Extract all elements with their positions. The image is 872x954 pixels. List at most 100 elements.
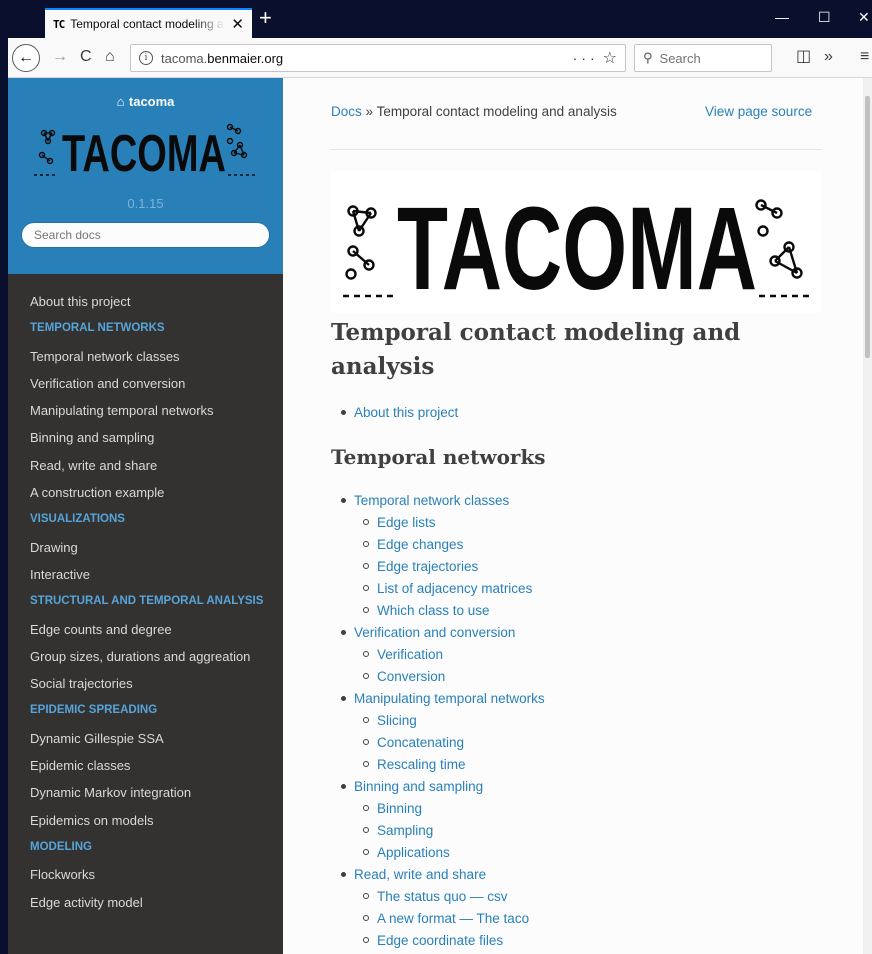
reload-icon[interactable]: C	[80, 47, 92, 67]
sidebar-item[interactable]: Edge counts and degree	[8, 616, 283, 643]
toc-link[interactable]: Edge trajectories	[377, 559, 478, 574]
sidebar-item[interactable]: Flockworks	[8, 861, 283, 888]
toc-link[interactable]: Edge lists	[377, 515, 436, 530]
sidebar-item[interactable]: Epidemics on models	[8, 807, 283, 834]
bullet-icon	[363, 519, 369, 526]
toc-link[interactable]: Concatenating	[377, 735, 464, 750]
toc-item[interactable]: Edge trajectories	[363, 556, 478, 578]
toc-item[interactable]: Slicing	[363, 710, 417, 732]
search-bar[interactable]: ⚲ Search	[634, 44, 772, 72]
sidebar-item[interactable]: A construction example	[8, 479, 283, 506]
toc-link[interactable]: Conversion	[377, 669, 445, 684]
sidebar-item[interactable]: Interactive	[8, 561, 283, 588]
search-icon: ⚲	[643, 50, 653, 65]
sidebar-item[interactable]: Social trajectories	[8, 670, 283, 697]
bullet-icon	[363, 893, 369, 900]
toc-item[interactable]: Temporal network classes	[341, 490, 509, 512]
sidebar-item[interactable]: Dynamic Gillespie SSA	[8, 725, 283, 752]
toc-item[interactable]: List of adjacency matrices	[363, 578, 532, 600]
breadcrumb-docs-link[interactable]: Docs	[331, 104, 362, 119]
about-project-link[interactable]: About this project	[354, 405, 458, 420]
window-edge	[0, 0, 8, 954]
sidebar-item[interactable]: Verification and conversion	[8, 370, 283, 397]
toc-link[interactable]: Which class to use	[377, 603, 490, 618]
toc-item[interactable]: Concatenating	[363, 732, 464, 754]
forward-icon[interactable]: →	[52, 47, 68, 67]
maximize-icon[interactable]: ☐	[818, 9, 831, 26]
toc-link[interactable]: Temporal network classes	[354, 493, 509, 508]
sidebar-caption: TEMPORAL NETWORKS	[30, 322, 165, 335]
browser-tab[interactable]: TC Temporal contact modeling and analysi…	[45, 8, 252, 38]
sidebar-logo[interactable]: TACOMA	[30, 121, 262, 183]
toc-link[interactable]: Applications	[377, 845, 450, 860]
toc-item[interactable]: Binning	[363, 798, 422, 820]
toc-link[interactable]: Slicing	[377, 713, 417, 728]
list-item[interactable]: About this project	[341, 402, 458, 424]
back-button[interactable]: ←	[12, 44, 40, 72]
toc-item[interactable]: Sampling	[363, 820, 433, 842]
search-placeholder: Search	[659, 50, 701, 66]
new-tab-button[interactable]: +	[259, 7, 272, 29]
toc-item[interactable]: Verification and conversion	[341, 622, 515, 644]
sidebar-toggle-icon[interactable]: ◫	[796, 47, 811, 67]
toc-link[interactable]: List of adjacency matrices	[377, 581, 532, 596]
address-bar[interactable]: i tacoma.benmaier.org ··· ☆	[130, 44, 626, 72]
toc-link[interactable]: Manipulating temporal networks	[354, 691, 545, 706]
toc-item[interactable]: Read, write and share	[341, 864, 486, 886]
toc-link[interactable]: Rescaling time	[377, 757, 466, 772]
site-info-icon[interactable]: i	[139, 51, 153, 65]
toc-link[interactable]: Verification and conversion	[354, 625, 515, 640]
home-link-label: tacoma	[128, 94, 175, 109]
sidebar-item[interactable]: Dynamic Markov integration	[8, 779, 283, 806]
toc-item[interactable]: Binning and sampling	[341, 776, 483, 798]
hamburger-menu-icon[interactable]: ≡	[860, 47, 869, 67]
sidebar-item[interactable]: Epidemic classes	[8, 752, 283, 779]
toc-link[interactable]: Sampling	[377, 823, 433, 838]
sidebar-search-input[interactable]: Search docs	[21, 222, 270, 248]
sidebar-item[interactable]: Edge activity model	[8, 889, 283, 916]
toc-link[interactable]: The status quo — csv	[377, 889, 508, 904]
toc-item[interactable]: Edge lists	[363, 512, 436, 534]
toc-item[interactable]: A new format — The taco	[363, 908, 529, 930]
sidebar-item[interactable]: Manipulating temporal networks	[8, 397, 283, 424]
toc-link[interactable]: Binning and sampling	[354, 779, 483, 794]
page-actions-icon[interactable]: ···	[573, 50, 599, 66]
close-tab-icon[interactable]: ✕	[231, 17, 244, 32]
sidebar-item[interactable]: Read, write and share	[8, 452, 283, 479]
minimize-icon[interactable]: —	[775, 9, 789, 25]
sidebar-item[interactable]: Binning and sampling	[8, 424, 283, 451]
bookmark-star-icon[interactable]: ☆	[603, 48, 617, 68]
sidebar-item[interactable]: Drawing	[8, 534, 283, 561]
sidebar-search-placeholder: Search docs	[34, 228, 101, 242]
toc-link[interactable]: Edge coordinate files	[377, 933, 503, 948]
toc-link[interactable]: Verification	[377, 647, 443, 662]
view-source-link[interactable]: View page source	[705, 104, 812, 119]
bullet-icon	[341, 783, 346, 789]
url-text[interactable]: tacoma.benmaier.org	[161, 51, 573, 66]
home-icon[interactable]: ⌂	[105, 47, 115, 67]
docs-sidebar: ⌂ tacoma TACOMA 0.1.15 Search docs About…	[8, 78, 283, 954]
toc-item[interactable]: Conversion	[363, 666, 445, 688]
overflow-menu-icon[interactable]: »	[824, 47, 833, 67]
sidebar-item[interactable]: Temporal network classes	[8, 343, 283, 370]
toc-link[interactable]: Binning	[377, 801, 422, 816]
toc-item[interactable]: Edge coordinate files	[363, 930, 503, 952]
toc-item[interactable]: Rescaling time	[363, 754, 466, 776]
toc-item[interactable]: The status quo — csv	[363, 886, 508, 908]
toc-item[interactable]: Verification	[363, 644, 443, 666]
scrollbar-thumb[interactable]	[865, 96, 870, 358]
toc-item[interactable]: Manipulating temporal networks	[341, 688, 545, 710]
site-favicon-icon: TC	[53, 17, 65, 31]
toc-link[interactable]: A new format — The taco	[377, 911, 529, 926]
toc-item[interactable]: Edge changes	[363, 534, 463, 556]
home-link[interactable]: ⌂ tacoma	[8, 93, 283, 111]
sidebar-item[interactable]: About this project	[8, 288, 283, 315]
sidebar-item[interactable]: Group sizes, durations and aggreation	[8, 643, 283, 670]
breadcrumb-current: Temporal contact modeling and analysis	[376, 104, 617, 119]
toc-item[interactable]: Applications	[363, 842, 450, 864]
toc-link[interactable]: Edge changes	[377, 537, 463, 552]
toc-item[interactable]: Which class to use	[363, 600, 490, 622]
toc-link[interactable]: Read, write and share	[354, 867, 486, 882]
close-window-icon[interactable]: ✕	[858, 9, 870, 26]
breadcrumb: Docs » Temporal contact modeling and ana…	[331, 104, 617, 119]
